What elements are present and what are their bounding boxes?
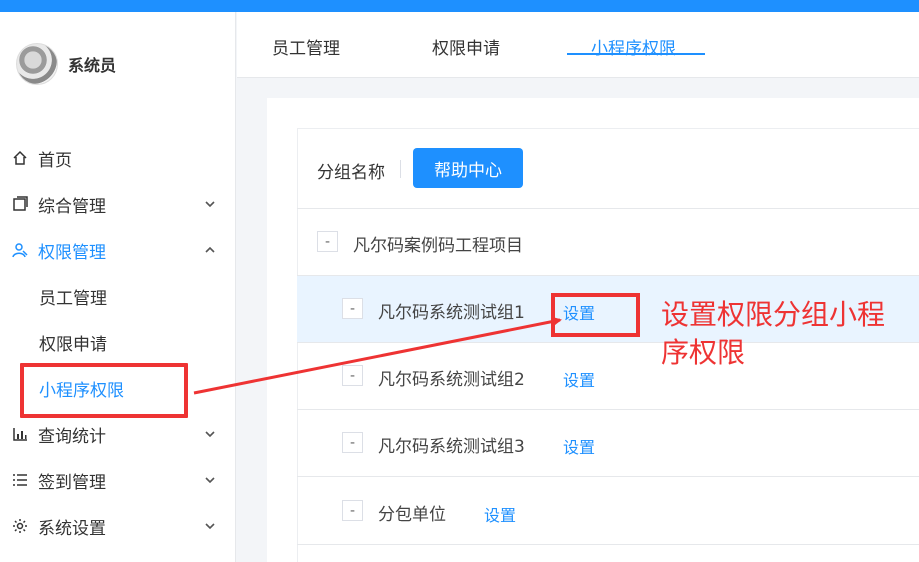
tree-row: - 凡尔码系统测试组3 设置: [297, 410, 919, 477]
tree-node-label: 凡尔码系统测试组2: [378, 370, 525, 390]
tab-employee[interactable]: 员工管理: [272, 34, 340, 59]
toolbar: 分组名称 帮助中心: [297, 128, 919, 209]
collapse-toggle[interactable]: -: [342, 500, 363, 521]
home-icon: [12, 150, 28, 166]
sidebar-item-permission[interactable]: 权限管理: [0, 227, 236, 273]
help-center-button[interactable]: 帮助中心: [413, 148, 523, 188]
gear-icon: [12, 518, 28, 534]
set-link[interactable]: 设置: [563, 434, 595, 458]
tree-root-row: - 凡尔码案例码工程项目: [297, 209, 919, 276]
sidebar-menu: 首页 综合管理 权限管理 员工管理 权限申请 小程序权限 查询统计 签到管理 系…: [0, 135, 236, 549]
annotation-highlight-box-sidebar: [20, 363, 188, 418]
group-name-label: 分组名称: [317, 163, 385, 183]
chevron-down-icon: [204, 428, 216, 440]
annotation-text: 设置权限分组小程序权限: [661, 298, 886, 369]
tab-miniprogram-permission[interactable]: 小程序权限: [591, 34, 676, 59]
tree-node-label: 凡尔码系统测试组3: [378, 437, 525, 457]
tree-node-label: 凡尔码系统测试组1: [378, 303, 525, 323]
tree-node-label: 分包单位: [378, 505, 446, 525]
tree-node-label: 凡尔码案例码工程项目: [353, 236, 523, 256]
chevron-down-icon: [204, 198, 216, 210]
sidebar-item-label: 权限管理: [38, 242, 106, 263]
list-icon: [12, 472, 28, 488]
tree-row: - 分包单位 设置: [297, 478, 919, 545]
annotation-highlight-box-set: [551, 293, 640, 337]
user-permission-icon: [12, 242, 28, 258]
bar-chart-icon: [12, 426, 28, 442]
sidebar: 系统员 首页 综合管理 权限管理 员工管理 权限申请 小程序权限 查询统计 签到…: [0, 12, 236, 562]
active-tab-indicator: [567, 53, 705, 55]
divider: [400, 160, 401, 178]
set-link[interactable]: 设置: [563, 367, 595, 391]
overview-icon: [12, 196, 28, 212]
sidebar-item-label: 综合管理: [38, 196, 106, 217]
tab-permission-request[interactable]: 权限申请: [432, 34, 500, 59]
sidebar-item-label: 签到管理: [38, 472, 106, 493]
collapse-toggle[interactable]: -: [342, 298, 363, 319]
sidebar-subitem-permission-request[interactable]: 权限申请: [0, 319, 236, 365]
collapse-toggle[interactable]: -: [342, 432, 363, 453]
profile-name: 系统员: [68, 56, 117, 75]
collapse-toggle[interactable]: -: [317, 231, 338, 252]
collapse-toggle[interactable]: -: [342, 365, 363, 386]
user-profile[interactable]: 系统员: [16, 42, 116, 86]
chevron-down-icon: [204, 520, 216, 532]
top-accent-bar: [0, 0, 919, 12]
chevron-up-icon: [204, 244, 216, 256]
sidebar-item-label: 查询统计: [38, 426, 106, 447]
sidebar-item-overview[interactable]: 综合管理: [0, 181, 236, 227]
sidebar-item-label: 系统设置: [38, 518, 106, 539]
tabs-bar: 员工管理 权限申请 小程序权限: [237, 12, 919, 78]
avatar: [16, 43, 58, 85]
sidebar-item-home[interactable]: 首页: [0, 135, 236, 181]
sidebar-subitem-employee[interactable]: 员工管理: [0, 273, 236, 319]
sidebar-item-checkin[interactable]: 签到管理: [0, 457, 236, 503]
chevron-down-icon: [204, 474, 216, 486]
sidebar-item-label: 首页: [38, 150, 72, 171]
sidebar-item-settings[interactable]: 系统设置: [0, 503, 236, 549]
set-link[interactable]: 设置: [484, 502, 516, 526]
